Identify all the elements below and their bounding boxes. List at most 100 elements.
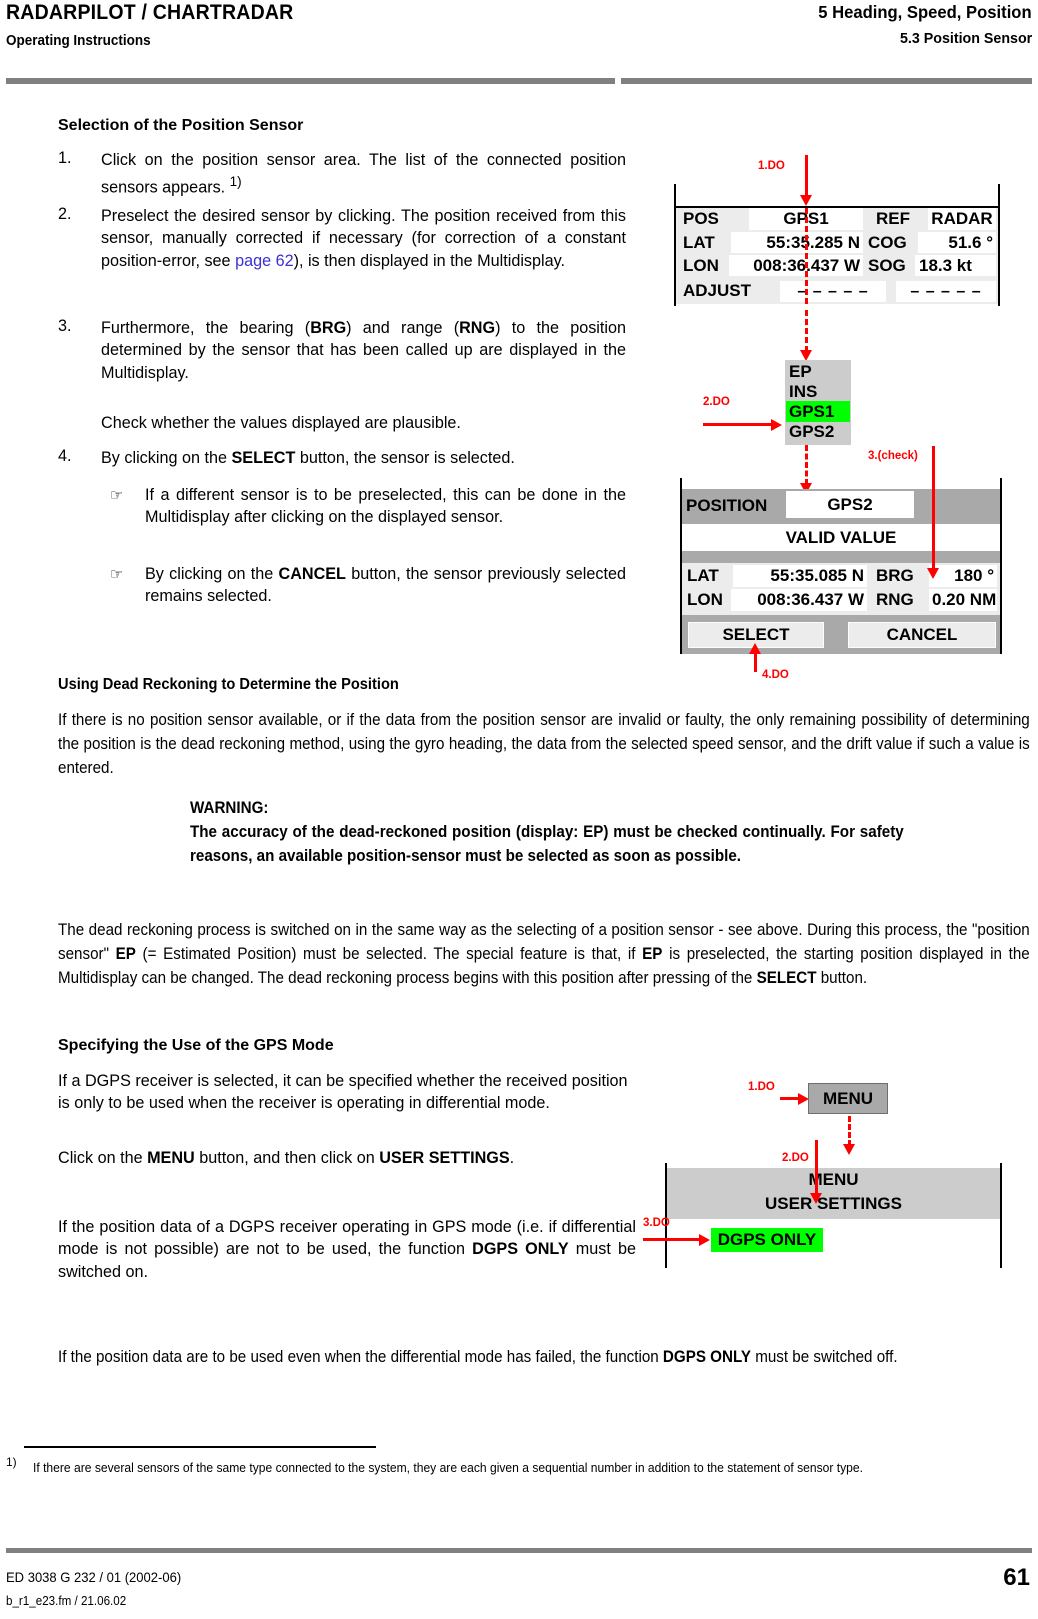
sog-label: SOG — [868, 255, 906, 275]
pointing-hand-icon-2: ☞ — [110, 565, 124, 583]
pointing-hand-icon: ☞ — [110, 486, 124, 504]
step-1-text: Click on the position sensor area. The l… — [101, 151, 626, 197]
sensor-item-gps1-selected[interactable]: GPS1 — [786, 401, 850, 422]
ref-label: REF — [876, 209, 910, 228]
panel1-right-border — [998, 184, 1000, 306]
step-3-text: Furthermore, the bearing (BRG) and range… — [101, 319, 626, 382]
callout-1do-arrowhead — [800, 195, 812, 206]
callout-menu-3do-label: 3.DO — [643, 1217, 670, 1229]
callout-4do-arrowhead — [749, 643, 761, 654]
ref-value[interactable]: RADAR — [928, 208, 996, 230]
callout-2do-label: 2.DO — [703, 396, 730, 408]
step-2-number: 2. — [58, 205, 72, 223]
step-4-text: By clicking on the SELECT button, the se… — [101, 449, 515, 467]
header-rule-left — [6, 78, 615, 84]
callout-2do-line — [703, 423, 773, 426]
section-title: 5.3 Position Sensor — [899, 30, 1032, 47]
adjust-value-1[interactable]: – – – – – — [780, 281, 886, 302]
cog-label: COG — [868, 232, 907, 252]
gps-mode-p3: If the position data of a DGPS receiver … — [58, 1218, 636, 1281]
dead-reckoning-body: The dead reckoning process is switched o… — [58, 920, 1030, 987]
dashed-connector-3 — [805, 445, 808, 485]
adjust-label: ADJUST — [683, 281, 752, 300]
step-4-number: 4. — [58, 447, 72, 465]
heading-gps-mode: Specifying the Use of the GPS Mode — [58, 1037, 334, 1054]
position-lon-label: LON — [687, 590, 723, 609]
callout-menu-2do-line — [815, 1140, 818, 1196]
valid-value-text: VALID VALUE — [785, 527, 897, 547]
step-1-number: 1. — [58, 149, 72, 167]
lon-value[interactable]: 008:36.437 W — [729, 255, 863, 276]
chapter-title: 5 Heading, Speed, Position — [818, 2, 1032, 22]
callout-menu-2do-text: 2.DO — [782, 1152, 809, 1164]
callout-menu-3do-arrowhead — [699, 1234, 710, 1246]
callout-3check-label: 3.(check) — [868, 450, 918, 462]
callout-1do-label: 1.DO — [758, 160, 785, 172]
callout-menu-1do-arrowhead — [798, 1093, 809, 1105]
footnote-mark: 1) — [6, 1455, 17, 1469]
lat-label: LAT — [683, 232, 715, 252]
callout-menu-3do-line — [643, 1238, 703, 1241]
position-lat-label: LAT — [687, 566, 719, 585]
footer-rule — [6, 1548, 1032, 1553]
menu-dashed-connector — [848, 1116, 851, 1146]
position-value[interactable]: GPS2 — [786, 491, 914, 518]
gps-mode-p1: If a DGPS receiver is selected, it can b… — [58, 1072, 628, 1113]
pos-label: POS — [683, 209, 719, 228]
document-type: Operating Instructions — [6, 33, 151, 49]
dashed-connector-1 — [805, 208, 808, 304]
product-title: RADARPILOT / CHARTRADAR — [6, 1, 294, 24]
step-3-check-text: Check whether the values displayed are p… — [101, 414, 461, 432]
menu-dashed-arrowhead — [843, 1144, 855, 1155]
lat-value[interactable]: 55:35.285 N — [731, 232, 863, 253]
panel3-separator — [682, 551, 1000, 563]
callout-3check-arrowhead — [927, 568, 939, 579]
warning-label: WARNING: — [190, 798, 269, 817]
page-header: RADARPILOT / CHARTRADAR Operating Instru… — [0, 0, 1038, 84]
callout-3check-line — [932, 446, 935, 570]
dashed-connector-2 — [805, 310, 808, 352]
heading-dead-reckoning: Using Dead Reckoning to Determine the Po… — [58, 676, 399, 693]
page-number: 61 — [1003, 1564, 1030, 1591]
gps-mode-p4: If the position data are to be used even… — [58, 1347, 898, 1366]
callout-menu-1do-label: 1.DO — [748, 1081, 775, 1093]
heading-selection-position-sensor: Selection of the Position Sensor — [58, 117, 304, 134]
gps-mode-p2: Click on the MENU button, and then click… — [58, 1149, 515, 1167]
rng-value[interactable]: 0.20 NM — [929, 589, 997, 611]
note-2-text: By clicking on the CANCEL button, the se… — [145, 565, 626, 606]
brg-value[interactable]: 180 ° — [929, 565, 997, 587]
panel3-right-border — [1000, 478, 1002, 654]
cancel-button[interactable]: CANCEL — [848, 622, 996, 648]
dead-reckoning-intro: If there is no position sensor available… — [58, 710, 1030, 777]
dgps-only-item[interactable]: DGPS ONLY — [711, 1228, 823, 1252]
callout-4do-label: 4.DO — [762, 669, 789, 681]
sensor-item-gps2[interactable]: GPS2 — [789, 421, 847, 442]
note-1-text: If a different sensor is to be preselect… — [145, 486, 626, 527]
rng-label: RNG — [876, 590, 914, 609]
position-lon-value[interactable]: 008:36.437 W — [731, 589, 867, 611]
callout-2do-arrowhead — [771, 419, 782, 431]
menu-button[interactable]: MENU — [808, 1083, 888, 1114]
position-label: POSITION — [686, 496, 768, 515]
panel4-right-border — [1000, 1163, 1002, 1268]
footnote-rule — [24, 1446, 376, 1448]
callout-1do-line — [805, 155, 808, 197]
footer-doc-id: ED 3038 G 232 / 01 (2002-06) — [6, 1569, 182, 1585]
menu-subtitle: USER SETTINGS — [765, 1193, 902, 1213]
sog-value[interactable]: 18.3 kt — [915, 255, 996, 276]
sensor-item-ins[interactable]: INS — [789, 381, 847, 402]
cog-value[interactable]: 51.6 ° — [918, 232, 996, 253]
callout-menu-2do-arrowhead — [810, 1193, 822, 1204]
position-lat-value[interactable]: 55:35.085 N — [733, 565, 867, 587]
step-2-text: Preselect the desired sensor by clicking… — [101, 207, 626, 270]
menu-title: MENU — [808, 1170, 859, 1189]
warning-text: The accuracy of the dead-reckoned positi… — [190, 822, 904, 865]
footer-file-id: b_r1_e23.fm / 21.06.02 — [6, 1594, 127, 1608]
adjust-value-2[interactable]: – – – – – — [896, 281, 996, 302]
sensor-item-ep[interactable]: EP — [789, 361, 847, 382]
lon-label: LON — [683, 255, 719, 275]
header-rule-right — [621, 78, 1032, 84]
footnote-text: If there are several sensors of the same… — [33, 1460, 863, 1475]
step-3-number: 3. — [58, 317, 72, 335]
brg-label: BRG — [876, 566, 914, 585]
